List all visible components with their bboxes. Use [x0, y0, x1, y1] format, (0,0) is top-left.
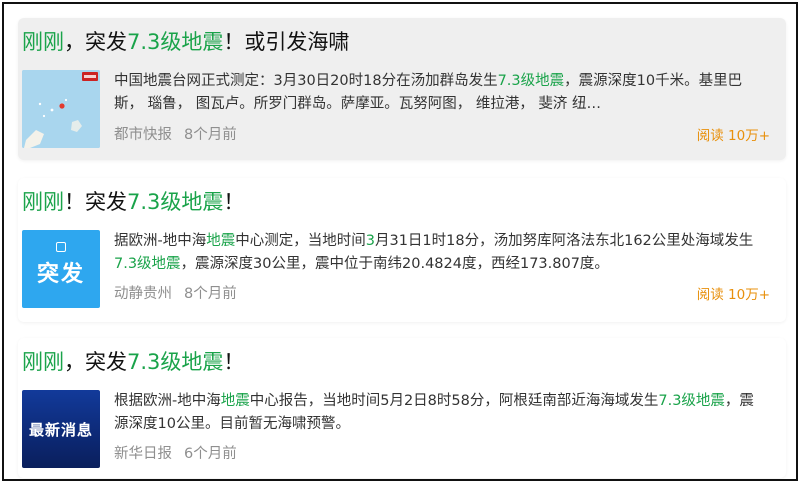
- news-time: 8个月前: [184, 286, 237, 302]
- title-keyword: 刚刚: [22, 190, 64, 214]
- map-icon: [22, 70, 100, 148]
- news-meta: 新华日报 6个月前: [114, 442, 237, 463]
- news-source[interactable]: 动静贵州: [114, 286, 172, 302]
- news-summary: 根据欧洲-地中海地震中心报告，当地时间5月2日8时58分，阿根廷南部近海海域发生…: [114, 393, 754, 432]
- news-meta: 都市快报 8个月前: [114, 123, 237, 144]
- news-summary: 据欧洲-地中海地震中心测定，当地时间3月31日1时18分，汤加努库阿洛法东北16…: [114, 233, 754, 272]
- search-results-panel: 刚刚，突发7.3级地震！或引发海啸 中国地震台网正式测定：3月30日20时18分…: [2, 2, 798, 481]
- title-keyword: 7.3级地震: [127, 350, 224, 374]
- news-time: 8个月前: [184, 127, 237, 143]
- title-keyword: 刚刚: [22, 350, 64, 374]
- read-count: 阅读 10万+: [696, 128, 770, 144]
- news-meta: 动静贵州 8个月前: [114, 282, 237, 303]
- news-title[interactable]: 刚刚！突发7.3级地震！: [22, 188, 244, 216]
- title-text: ，突发: [64, 350, 127, 374]
- title-text: ！: [223, 350, 245, 374]
- thumb-label: 最新消息: [28, 420, 93, 439]
- title-text: ！突发: [64, 190, 127, 214]
- title-text: ，突发: [64, 30, 127, 54]
- read-count: 阅读 10万+: [696, 287, 770, 303]
- news-card[interactable]: 刚刚，突发7.3级地震！或引发海啸 中国地震台网正式测定：3月30日20时18分…: [18, 18, 786, 160]
- news-source[interactable]: 都市快报: [114, 127, 172, 143]
- title-text: ！: [223, 190, 245, 214]
- news-thumbnail-badge[interactable]: 突发: [22, 230, 100, 308]
- title-keyword: 7.3级地震: [127, 190, 224, 214]
- news-thumbnail-banner[interactable]: 最新消息: [22, 390, 100, 468]
- title-text: ！或引发海啸: [223, 30, 350, 54]
- news-summary: 中国地震台网正式测定：3月30日20时18分在汤加群岛发生7.3级地震，震源深度…: [114, 73, 743, 112]
- thumb-label: 突发: [36, 262, 85, 287]
- news-card[interactable]: 刚刚，突发7.3级地震！ 最新消息 根据欧洲-地中海地震中心报告，当地时间5月2…: [18, 338, 786, 478]
- title-keyword: 7.3级地震: [127, 30, 224, 54]
- news-source[interactable]: 新华日报: [114, 446, 172, 462]
- news-title[interactable]: 刚刚，突发7.3级地震！: [22, 348, 244, 376]
- news-card[interactable]: 刚刚！突发7.3级地震！ 突发 据欧洲-地中海地震中心测定，当地时间3月31日1…: [18, 178, 786, 322]
- news-title[interactable]: 刚刚，突发7.3级地震！或引发海啸: [22, 28, 349, 56]
- news-time: 6个月前: [184, 446, 237, 462]
- title-keyword: 刚刚: [22, 30, 64, 54]
- news-thumbnail-map[interactable]: [22, 70, 100, 148]
